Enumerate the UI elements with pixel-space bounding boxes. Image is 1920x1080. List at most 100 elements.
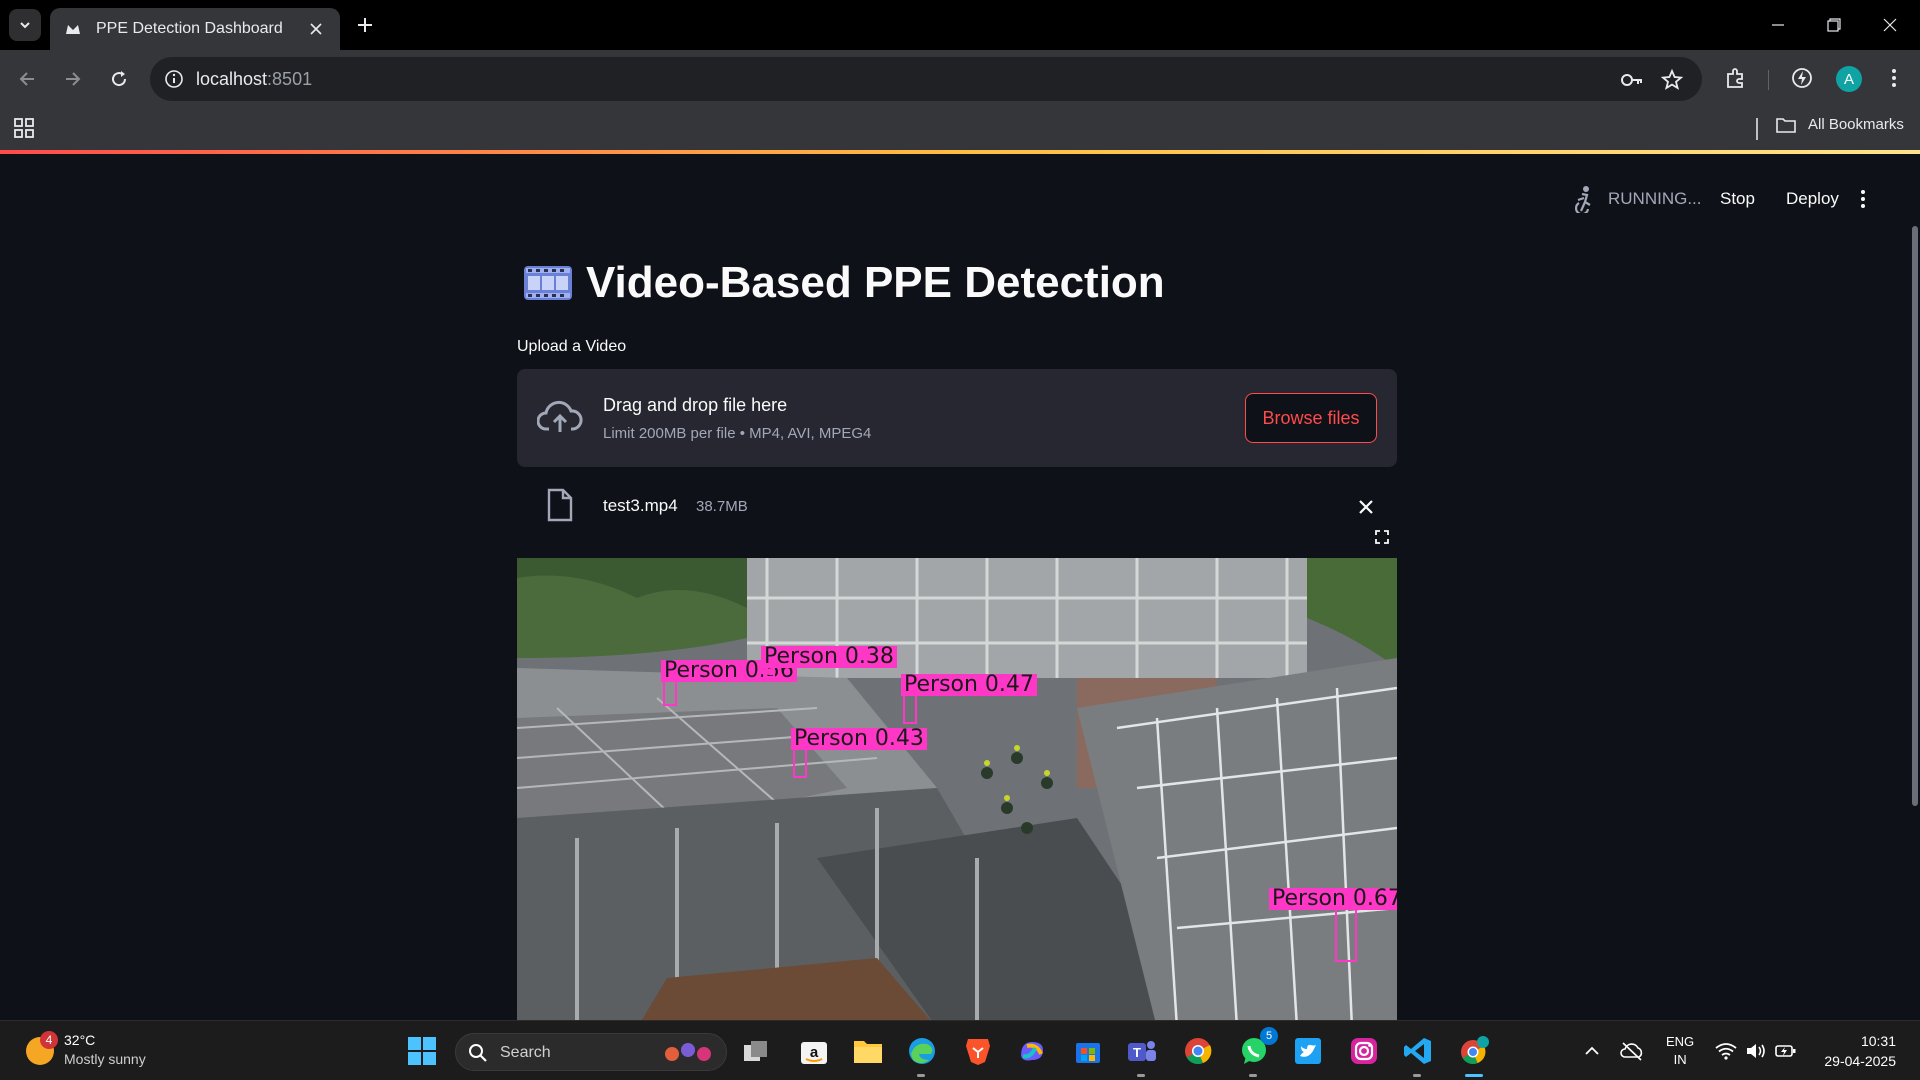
plus-icon <box>358 18 372 32</box>
forward-button[interactable] <box>58 64 88 94</box>
file-dropzone[interactable]: Drag and drop file here Limit 200MB per … <box>517 369 1397 467</box>
file-explorer-app[interactable] <box>850 1033 886 1069</box>
page-scrollbar[interactable] <box>1912 226 1918 806</box>
chrome-profile-app[interactable] <box>1456 1033 1492 1077</box>
all-bookmarks-button[interactable]: All Bookmarks <box>1776 116 1904 133</box>
performance-icon[interactable] <box>1788 64 1816 92</box>
copilot-app[interactable] <box>1014 1033 1050 1069</box>
chrome-app[interactable] <box>1180 1033 1216 1069</box>
streamlit-crown-icon <box>66 25 80 34</box>
video-frame[interactable]: Person 0.56 Person 0.38 Person 0.47 Pers… <box>517 558 1397 1020</box>
input-language-indicator[interactable]: ENG IN <box>1666 1033 1694 1069</box>
close-icon <box>1883 18 1897 32</box>
windows-taskbar: 4 32°C Mostly sunny Search a T 5 ENG IN … <box>0 1020 1920 1080</box>
site-info-icon[interactable] <box>164 69 184 89</box>
taskbar-clock[interactable]: 10:31 29-04-2025 <box>1810 1031 1896 1071</box>
fullscreen-icon[interactable] <box>1371 526 1393 548</box>
show-hidden-icons-chevron-up-icon[interactable] <box>1580 1039 1604 1063</box>
browser-menu-icon[interactable] <box>1880 64 1908 92</box>
brave-app[interactable] <box>960 1033 996 1069</box>
bookmarks-bar: All Bookmarks <box>0 108 1920 150</box>
search-placeholder: Search <box>500 1044 551 1061</box>
whatsapp-app[interactable]: 5 <box>1236 1027 1278 1077</box>
detection-label: Person 0.38 <box>761 646 897 668</box>
close-tab-icon[interactable] <box>306 19 326 39</box>
address-bar[interactable]: localhost:8501 <box>150 57 1702 101</box>
svg-text:a: a <box>810 1044 819 1061</box>
search-highlight-icon <box>665 1043 711 1061</box>
clock-date: 29-04-2025 <box>1824 1053 1896 1069</box>
arrow-right-icon <box>66 72 81 86</box>
edge-icon <box>909 1038 935 1064</box>
status-text: RUNNING... <box>1608 189 1702 208</box>
bookmarks-separator <box>1756 118 1758 140</box>
construction-site-image <box>517 558 1397 1020</box>
file-icon <box>547 488 573 522</box>
twitter-app[interactable] <box>1290 1033 1326 1069</box>
start-button[interactable] <box>404 1033 440 1069</box>
browser-tab-active[interactable]: PPE Detection Dashboard <box>50 8 340 50</box>
deploy-button[interactable]: Deploy <box>1786 184 1839 214</box>
whatsapp-badge: 5 <box>1260 1027 1278 1045</box>
clock-time: 10:31 <box>1860 1033 1896 1049</box>
taskbar-search[interactable]: Search <box>455 1033 727 1071</box>
remove-file-icon[interactable] <box>1353 494 1379 520</box>
apps-grid-icon[interactable] <box>12 116 36 140</box>
title-text: Video-Based PPE Detection <box>586 258 1165 307</box>
tab-title: PPE Detection Dashboard <box>96 20 283 37</box>
url-text[interactable]: localhost:8501 <box>196 69 312 90</box>
microsoft-store-app[interactable] <box>1070 1033 1106 1069</box>
volume-icon[interactable] <box>1744 1039 1768 1063</box>
copilot-icon <box>1021 1042 1043 1061</box>
cloud-upload-icon <box>537 400 583 432</box>
browser-tab-strip: PPE Detection Dashboard <box>0 0 1920 50</box>
more-vertical-icon <box>1861 190 1865 208</box>
detection-label: Person 0.47 <box>901 674 1037 696</box>
task-view-button[interactable] <box>738 1033 774 1069</box>
tab-search-button[interactable] <box>9 9 41 41</box>
chrome-icon <box>1185 1038 1212 1065</box>
extensions-puzzle-icon[interactable] <box>1722 64 1750 92</box>
store-bag-icon <box>1076 1043 1100 1063</box>
password-key-icon[interactable] <box>1620 68 1644 92</box>
streamlit-app: RUNNING... Stop Deploy Video-Based PPE D… <box>0 154 1920 1020</box>
detection-label: Person 0.67 <box>1269 888 1397 910</box>
wifi-icon[interactable] <box>1714 1039 1738 1063</box>
running-person-icon <box>1574 186 1591 213</box>
close-window-button[interactable] <box>1862 0 1918 50</box>
task-view-icon <box>744 1041 767 1061</box>
onedrive-offline-icon[interactable] <box>1620 1039 1644 1063</box>
teams-app[interactable]: T <box>1124 1033 1160 1077</box>
restore-button[interactable] <box>1806 0 1862 50</box>
amazon-icon: a <box>801 1042 827 1064</box>
main-menu-button[interactable] <box>1860 184 1866 214</box>
browser-toolbar: localhost:8501 A <box>0 50 1920 108</box>
bookmark-star-icon[interactable] <box>1660 68 1684 92</box>
battery-charging-icon[interactable] <box>1774 1039 1798 1063</box>
windows-logo-icon <box>408 1037 436 1065</box>
instagram-app[interactable] <box>1346 1033 1382 1069</box>
chevron-down-icon <box>20 22 30 29</box>
vscode-app[interactable] <box>1400 1033 1436 1077</box>
chrome-profile-icon <box>1461 1036 1489 1064</box>
restore-icon <box>1827 18 1841 32</box>
instagram-icon <box>1351 1038 1377 1064</box>
svg-text:T: T <box>1133 1045 1141 1060</box>
new-tab-button[interactable] <box>352 12 378 38</box>
minimize-button[interactable] <box>1750 0 1806 50</box>
stop-button[interactable]: Stop <box>1720 184 1755 214</box>
profile-avatar[interactable]: A <box>1836 66 1862 92</box>
dropzone-limit: Limit 200MB per file • MP4, AVI, MPEG4 <box>603 425 872 442</box>
edge-app[interactable] <box>904 1033 940 1077</box>
amazon-app[interactable]: a <box>796 1033 832 1069</box>
folder-icon <box>854 1041 882 1063</box>
reload-button[interactable] <box>104 64 134 94</box>
back-button[interactable] <box>12 64 42 94</box>
weather-badge: 4 <box>40 1031 58 1049</box>
search-icon <box>469 1044 487 1062</box>
toolbar-separator <box>1768 70 1769 90</box>
page-title: Video-Based PPE Detection <box>524 258 1165 308</box>
browse-files-button[interactable]: Browse files <box>1245 393 1377 443</box>
weather-widget[interactable]: 4 32°C Mostly sunny <box>26 1031 166 1071</box>
film-frames-icon <box>524 266 572 300</box>
